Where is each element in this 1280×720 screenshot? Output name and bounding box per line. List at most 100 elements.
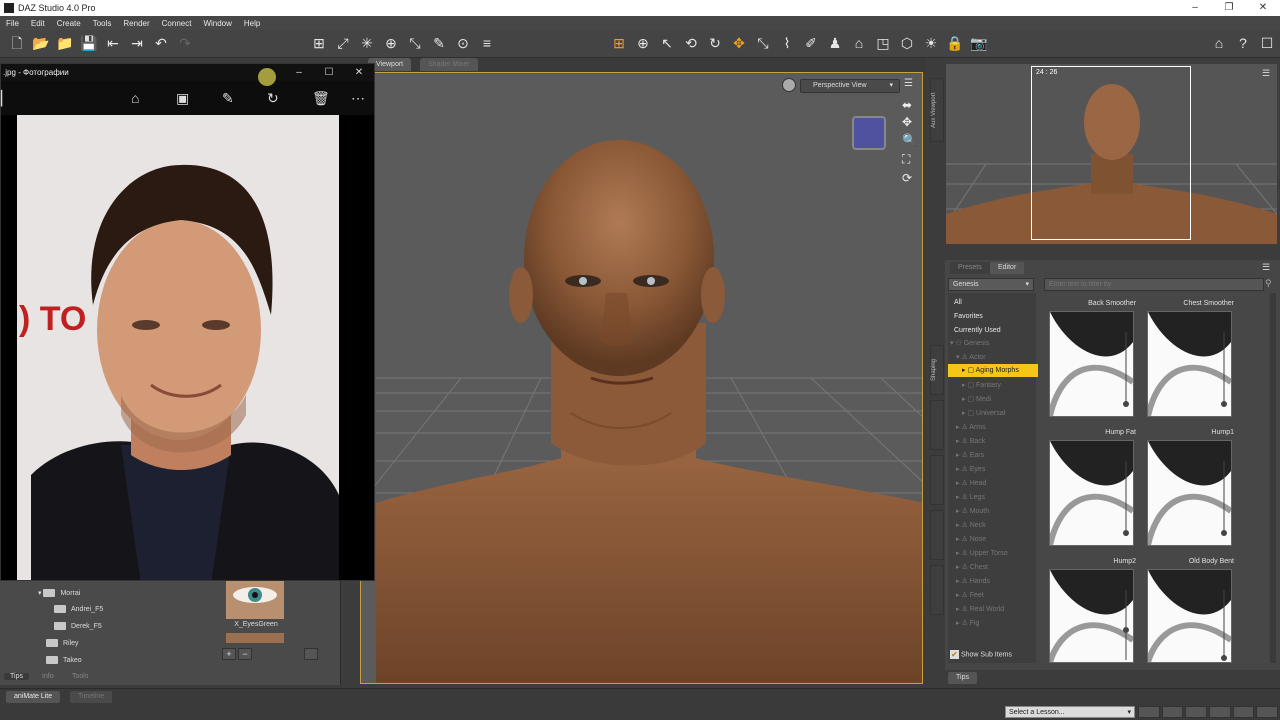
tab-presets[interactable]: Presets	[950, 262, 990, 274]
geometry-editor-icon[interactable]: ⤡	[406, 34, 424, 52]
filter-input[interactable]	[1044, 278, 1264, 291]
viewport-options-icon[interactable]	[782, 78, 796, 92]
light-icon[interactable]: ☀	[922, 34, 940, 52]
universal-tool-icon[interactable]: ⊕	[634, 34, 652, 52]
tree-item-riley[interactable]: Riley	[46, 639, 79, 647]
tree-section[interactable]: ▸ ♙ Head	[956, 479, 986, 487]
menu-file[interactable]: File	[0, 19, 25, 28]
viewport-menu-icon[interactable]: ☰	[904, 78, 913, 89]
tree-section[interactable]: ▸ ♙ Upper Torso	[956, 549, 1008, 557]
menu-render[interactable]: Render	[117, 19, 155, 28]
tree-section[interactable]: ▸ ♙ Ears	[956, 451, 984, 459]
category-favorites[interactable]: Favorites	[950, 310, 1036, 323]
morph-scrollbar[interactable]	[1270, 293, 1276, 663]
tab-tools-left[interactable]: Tools	[66, 673, 94, 680]
add-icon[interactable]: +	[222, 648, 236, 660]
menu-edit[interactable]: Edit	[25, 19, 51, 28]
tree-medi[interactable]: ▸ ▢ Medi	[962, 395, 991, 403]
figure-setup-icon[interactable]: ⊞	[310, 34, 328, 52]
tree-section[interactable]: ▸ ♙ Legs	[956, 493, 985, 501]
back-icon[interactable]: ▏	[1, 90, 12, 107]
frame-icon[interactable]: ⛶	[902, 152, 910, 167]
checkbox-checked-icon[interactable]: ✔	[950, 650, 959, 659]
category-currently-used[interactable]: Currently Used	[950, 324, 1036, 337]
tree-section[interactable]: ▸ ♙ Real World	[956, 605, 1004, 613]
zoom-icon[interactable]: 🔍	[902, 133, 917, 147]
more-icon[interactable]: ⋯	[351, 90, 365, 107]
tree-section[interactable]: ▸ ♙ Mouth	[956, 507, 989, 515]
menu-connect[interactable]: Connect	[156, 19, 198, 28]
morph-thumbnail[interactable]	[1047, 311, 1135, 417]
photo-maximize-button[interactable]: ☐	[314, 64, 344, 81]
lesson-nav-button[interactable]	[1138, 706, 1160, 718]
eye-thumbnail[interactable]	[226, 581, 284, 619]
tab-side-5[interactable]	[930, 565, 944, 615]
tree-item-andrei[interactable]: Andrei_F5	[54, 605, 103, 613]
edit-icon[interactable]: ✎	[222, 90, 234, 107]
photo-minimize-button[interactable]: –	[284, 64, 314, 81]
aux-viewport[interactable]: 24 : 26	[946, 64, 1277, 244]
tab-shaping[interactable]: Shaping	[930, 345, 944, 395]
tab-tips-left[interactable]: Tips	[4, 673, 29, 680]
view-cube-icon[interactable]	[852, 116, 886, 150]
tab-animate-lite[interactable]: aniMate Lite	[6, 691, 61, 703]
tree-root[interactable]: ▾ ⚇ Genesis	[950, 339, 989, 347]
joint-icon[interactable]: ⌇	[778, 34, 796, 52]
tab-side-4[interactable]	[930, 510, 944, 560]
pointer-icon[interactable]: ↖	[658, 34, 676, 52]
tab-aux-viewport[interactable]: Aux Viewport	[930, 78, 944, 142]
pan-icon[interactable]: ⬌	[902, 98, 912, 112]
morph-thumbnail[interactable]	[1145, 569, 1233, 663]
tree-actor[interactable]: ▾ ♙ Actor	[956, 353, 986, 361]
tab-tips-right[interactable]: Tips	[948, 672, 977, 684]
morph-thumbnail[interactable]	[1145, 311, 1233, 417]
tree-universal[interactable]: ▸ ▢ Universal	[962, 409, 1005, 417]
lesson-nav-button[interactable]	[1161, 706, 1184, 718]
export-icon[interactable]: ⇥	[128, 34, 146, 52]
camera-icon[interactable]: ⌂	[850, 34, 868, 52]
move-icon[interactable]: ✥	[902, 115, 912, 129]
shaping-menu-icon[interactable]: ☰	[1262, 262, 1270, 273]
active-pose-icon[interactable]: ⟲	[682, 34, 700, 52]
lesson-nav-button[interactable]	[1185, 706, 1208, 718]
view-selector[interactable]: Perspective View ▾	[800, 79, 900, 93]
orbit-icon[interactable]: ⟳	[902, 171, 912, 185]
new-file-icon[interactable]: 🗋	[8, 34, 26, 52]
menu-help[interactable]: Help	[238, 19, 266, 28]
scene-builder-icon[interactable]: ✎	[430, 34, 448, 52]
import-icon[interactable]: ⇤	[104, 34, 122, 52]
tab-side-3[interactable]	[930, 455, 944, 505]
figure-select[interactable]: Genesis ▾	[948, 278, 1034, 291]
morph-loader-icon[interactable]: ⊕	[382, 34, 400, 52]
tree-item-takeo[interactable]: Takeo	[46, 656, 82, 664]
tree-section[interactable]: ▸ ♙ Neck	[956, 521, 986, 529]
tree-section[interactable]: ▸ ♙ Chest	[956, 563, 988, 571]
tab-side-2[interactable]	[930, 400, 944, 450]
refresh-icon[interactable]	[304, 648, 318, 660]
spot-render-icon[interactable]: ◳	[874, 34, 892, 52]
menu-tools[interactable]: Tools	[87, 19, 118, 28]
maximize-button[interactable]: ❐	[1212, 0, 1246, 16]
tree-section[interactable]: ▸ ♙ Back	[956, 437, 985, 445]
save-icon[interactable]: 💾	[80, 34, 98, 52]
tab-shader-mixer[interactable]: Shader Mixer	[420, 58, 478, 71]
layout-icon[interactable]: ☐	[1258, 34, 1276, 52]
slideshow-icon[interactable]: ▣	[176, 90, 189, 107]
tree-item-derek[interactable]: Derek_F5	[54, 622, 102, 630]
lesson-nav-button[interactable]	[1232, 706, 1255, 718]
home-icon[interactable]: ⌂	[1210, 34, 1228, 52]
joint-editor-icon[interactable]: ⤢	[334, 34, 352, 52]
menu-create[interactable]: Create	[51, 19, 87, 28]
tree-aging-morphs[interactable]: ▸ ▢ Aging Morphs	[948, 364, 1038, 377]
tree-fantasy[interactable]: ▸ ▢ Fantasy	[962, 381, 1001, 389]
lesson-select[interactable]: Select a Lesson... ▾	[1005, 706, 1135, 718]
menu-window[interactable]: Window	[197, 19, 237, 28]
weight-map-icon[interactable]: ✳	[358, 34, 376, 52]
close-button[interactable]: ✕	[1246, 0, 1280, 16]
node-selection-icon[interactable]: ⊞	[610, 34, 628, 52]
merge-icon[interactable]: 📁	[56, 34, 74, 52]
region-nav-icon[interactable]: ⊙	[454, 34, 472, 52]
surface-icon[interactable]: ✐	[802, 34, 820, 52]
figure-icon[interactable]: ♟	[826, 34, 844, 52]
tab-info-left[interactable]: Info	[36, 673, 60, 680]
